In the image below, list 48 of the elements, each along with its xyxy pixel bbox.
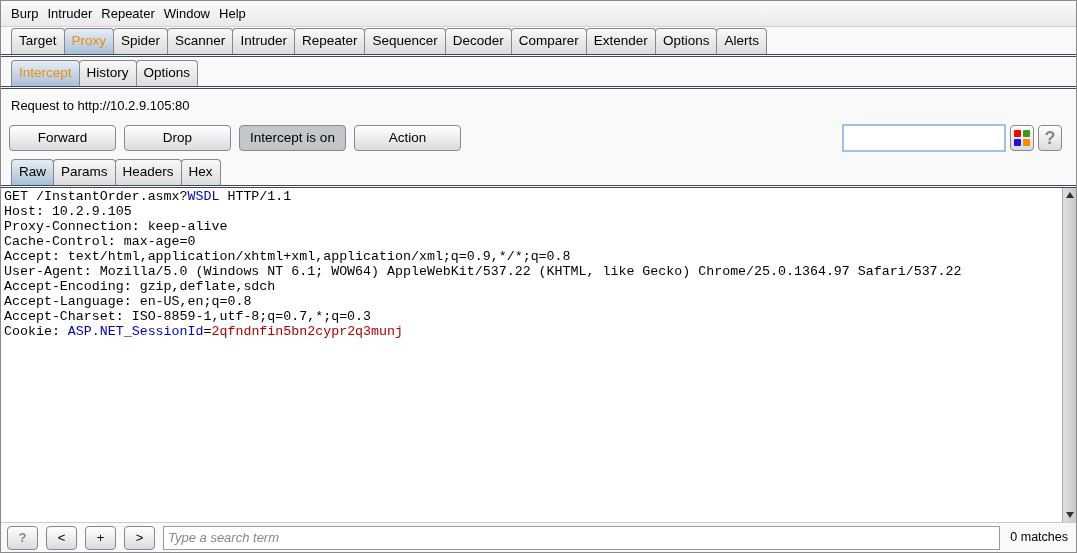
menu-item[interactable]: Help <box>219 3 246 24</box>
tab[interactable]: Intruder <box>232 28 295 54</box>
tab[interactable]: Options <box>654 28 718 54</box>
scroll-up-icon[interactable] <box>1065 192 1074 198</box>
action-button[interactable]: Forward <box>9 125 116 151</box>
request-line: User-Agent: Mozilla/5.0 (Windows NT 6.1; WOW64) AppleWebKit/537.22 (KHTML, like Gecko) Chrome/25.0.1364.97 Safari/537.22 <box>4 264 963 279</box>
tab[interactable]: Comparer <box>510 28 587 54</box>
request-line: Accept-Charset: ISO-8859-1,utf-8;q=0.7,*;q=0.3 <box>4 309 373 324</box>
previous-button[interactable]: < <box>46 525 77 550</box>
add-button[interactable]: + <box>85 525 116 550</box>
match-count: 0 matches <box>1009 529 1069 547</box>
tab[interactable]: Scanner <box>167 28 234 54</box>
tab[interactable]: Decoder <box>444 28 512 54</box>
menu-item[interactable]: Burp <box>11 3 39 24</box>
color-grid-icon <box>1014 130 1030 146</box>
tab[interactable]: Options <box>135 60 199 86</box>
tab[interactable]: Target <box>11 28 65 54</box>
request-url-label: Request to http://10.2.9.105:80 <box>11 97 190 116</box>
action-button[interactable]: Drop <box>124 125 231 151</box>
tab[interactable]: Headers <box>114 159 182 185</box>
request-line: Accept-Language: en-US,en;q=0.8 <box>4 294 253 309</box>
tab[interactable]: Hex <box>180 159 221 185</box>
request-line: Cookie: ASP.NET_SessionId=2qfndnfin5bn2cypr2q3munj <box>4 324 404 339</box>
action-button[interactable]: Intercept is on <box>239 125 346 151</box>
tab[interactable]: Alerts <box>716 28 767 54</box>
tab[interactable]: History <box>78 60 137 86</box>
request-line: GET /InstantOrder.asmx?WSDL HTTP/1.1 <box>4 189 293 204</box>
request-line: Proxy-Connection: keep-alive <box>4 219 229 234</box>
request-line: Host: 10.2.9.105 <box>4 204 133 219</box>
scroll-bar[interactable] <box>1062 188 1076 522</box>
search-field[interactable] <box>842 124 1006 152</box>
tab[interactable]: Repeater <box>293 28 366 54</box>
tab[interactable]: Sequencer <box>364 28 446 54</box>
menu-item[interactable]: Intruder <box>47 3 93 24</box>
tab[interactable]: Extender <box>585 28 656 54</box>
request-line: Accept-Encoding: gzip,deflate,sdch <box>4 279 277 294</box>
request-line: Cache-Control: max-age=0 <box>4 234 197 249</box>
menu-item[interactable]: Repeater <box>101 3 155 24</box>
next-button[interactable]: > <box>124 525 155 550</box>
action-button[interactable]: Action <box>354 125 461 151</box>
tab[interactable]: Raw <box>11 159 54 185</box>
tab[interactable]: Params <box>53 159 116 185</box>
menu-item[interactable]: Window <box>163 3 210 24</box>
scroll-down-icon[interactable] <box>1065 512 1074 518</box>
search-term-field[interactable]: Type a search term <box>163 525 1001 550</box>
color-grid-button[interactable] <box>1010 125 1034 151</box>
request-line: Accept: text/html,application/xhtml+xml,application/xml;q=0.9,*/*;q=0.8 <box>4 249 572 264</box>
tab[interactable]: Spider <box>113 28 169 54</box>
